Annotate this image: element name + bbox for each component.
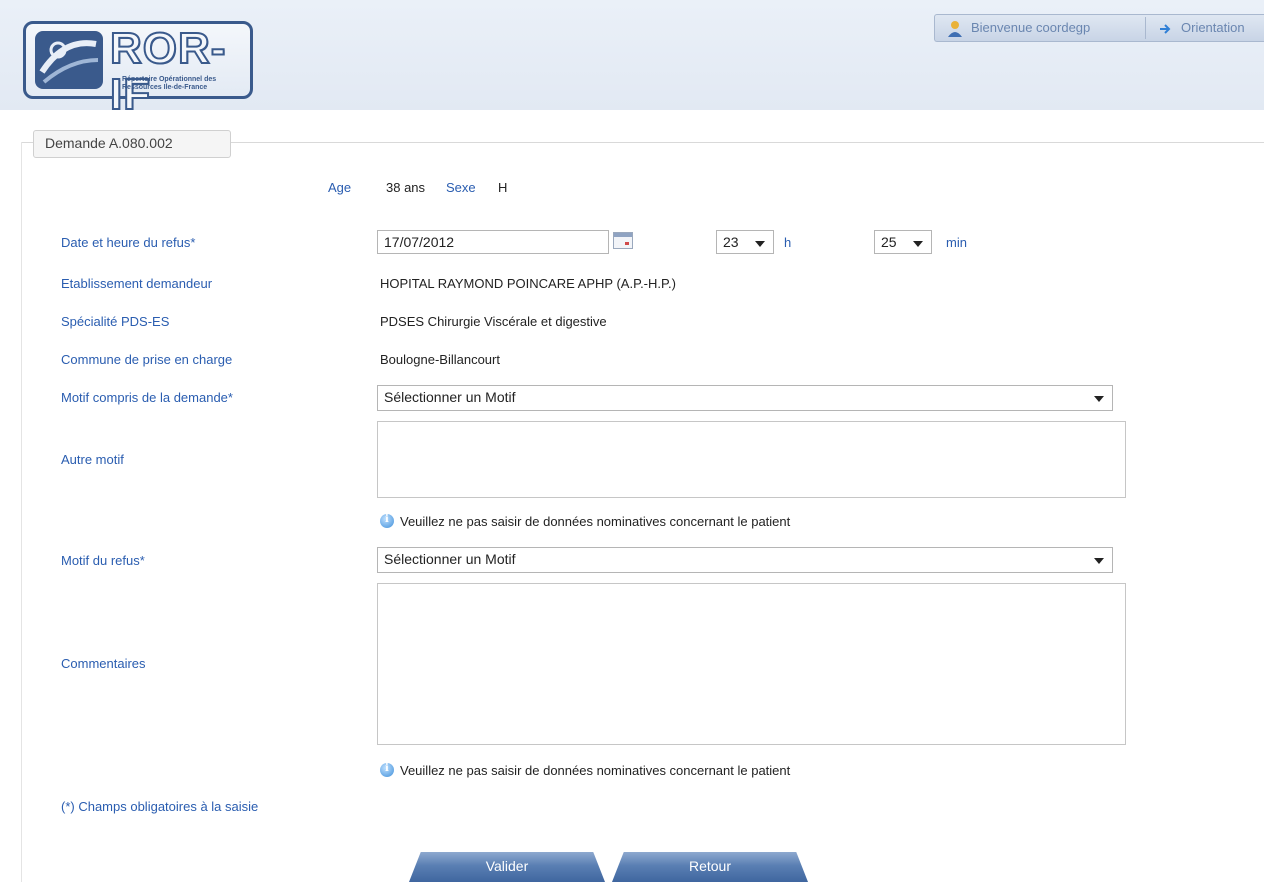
request-legend: Demande A.080.002 (33, 130, 231, 158)
comments-textarea[interactable] (377, 583, 1126, 745)
chevron-down-icon (755, 241, 765, 247)
understood-reason-select-value: Sélectionner un Motif (384, 389, 516, 405)
refusal-reason-select[interactable]: Sélectionner un Motif (377, 547, 1113, 573)
minute-select-value: 25 (881, 234, 897, 250)
orientation-nav-link[interactable]: Orientation (1181, 19, 1245, 37)
info-icon (380, 514, 394, 528)
comments-label: Commentaires (61, 656, 146, 671)
ror-if-logo[interactable]: ROR-IF Répertoire Opérationnel des Resso… (23, 21, 253, 119)
sex-value: H (498, 180, 508, 195)
hour-select-value: 23 (723, 234, 739, 250)
logo-subtitle: Répertoire Opérationnel des Ressources I… (122, 76, 217, 91)
refusal-reason-select-value: Sélectionner un Motif (384, 551, 516, 567)
age-value: 38 ans (386, 180, 426, 195)
top-user-bar: Bienvenue coordegp Orientation (934, 14, 1264, 42)
info-icon (380, 763, 394, 777)
sex-label: Sexe (446, 180, 476, 195)
chevron-down-icon (1094, 396, 1104, 402)
requesting-facility-label: Etablissement demandeur (61, 276, 213, 291)
back-button[interactable]: Retour (612, 852, 808, 882)
minute-select[interactable]: 25 (874, 230, 932, 254)
care-commune-value: Boulogne-Billancourt (380, 352, 500, 367)
requesting-facility-value: HOPITAL RAYMOND POINCARE APHP (A.P.-H.P.… (380, 276, 676, 291)
specialty-value: PDSES Chirurgie Viscérale et digestive (380, 314, 607, 329)
age-label: Age (328, 180, 352, 195)
chevron-down-icon (1094, 558, 1104, 564)
app-header: ROR-IF Répertoire Opérationnel des Resso… (0, 0, 1264, 119)
other-reason-label: Autre motif (61, 452, 124, 467)
no-nominative-data-notice: Veuillez ne pas saisir de données nomina… (380, 763, 790, 778)
calendar-icon[interactable] (613, 232, 633, 249)
refusal-datetime-label: Date et heure du refus* (61, 235, 196, 250)
hour-unit-label: h (784, 235, 792, 250)
understood-reason-label: Motif compris de la demande* (61, 390, 233, 405)
understood-reason-select[interactable]: Sélectionner un Motif (377, 385, 1113, 411)
topbar-divider (1145, 17, 1146, 39)
logo-swoosh-icon (35, 31, 103, 89)
refusal-reason-label: Motif du refus* (61, 553, 145, 568)
notice-text: Veuillez ne pas saisir de données nomina… (400, 514, 791, 529)
notice-text: Veuillez ne pas saisir de données nomina… (400, 763, 791, 778)
no-nominative-data-notice: Veuillez ne pas saisir de données nomina… (380, 514, 790, 529)
required-fields-note: (*) Champs obligatoires à la saisie (61, 799, 259, 814)
specialty-label: Spécialité PDS-ES (61, 314, 170, 329)
minute-unit-label: min (946, 235, 967, 250)
user-icon (948, 21, 962, 37)
logo-wordmark: ROR-IF (109, 24, 227, 119)
welcome-user-link[interactable]: Bienvenue coordegp (971, 19, 1090, 37)
chevron-down-icon (913, 241, 923, 247)
validate-button[interactable]: Valider (409, 852, 605, 882)
other-reason-textarea[interactable] (377, 421, 1126, 498)
fieldset-border-left (21, 142, 22, 882)
refusal-date-input[interactable] (377, 230, 609, 254)
arrow-right-icon (1160, 24, 1171, 34)
care-commune-label: Commune de prise en charge (61, 352, 233, 367)
hour-select[interactable]: 23 (716, 230, 774, 254)
